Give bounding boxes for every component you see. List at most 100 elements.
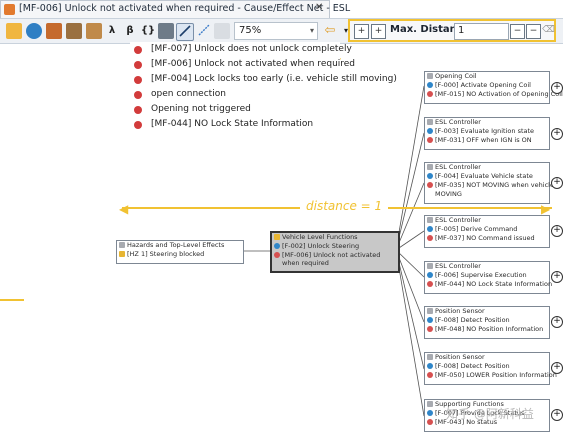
node-row-text: [F-006] Supervise Execution <box>435 271 527 279</box>
node-row: [F-000] Activate Opening Coil <box>425 81 549 90</box>
node-row: [F-002] Unlock Steering <box>272 242 398 251</box>
function-icon <box>427 317 433 323</box>
node-header-text: Opening Coil <box>435 72 477 80</box>
node-row: [F-006] Supervise Execution <box>425 271 549 280</box>
node-row-text: [F-003] Evaluate Ignition state <box>435 127 535 135</box>
node-row-text: [HZ 1] Steering blocked <box>127 250 205 258</box>
expand-node-button[interactable]: + <box>551 409 563 421</box>
node-row: [F-003] Evaluate Ignition state <box>425 127 549 136</box>
failure-icon <box>427 419 433 425</box>
failure-icon <box>274 252 280 258</box>
failure-icon <box>427 281 433 287</box>
node-row-text: [MF-050] LOWER Position Information <box>435 371 557 379</box>
node-row: [MF-035] NOT MOVING when vehicle is <box>425 181 561 190</box>
node-opening-coil[interactable]: Opening Coil [F-000] Activate Opening Co… <box>424 71 563 104</box>
function-icon <box>427 272 433 278</box>
expand-node-button[interactable]: + <box>551 271 563 283</box>
arrow-right-icon: ▶ <box>541 202 551 216</box>
component-icon <box>427 308 433 314</box>
failure-icon <box>427 326 433 332</box>
node-row: [F-008] Detect Position <box>425 362 549 371</box>
node-row-text: [MF-006] Unlock not activated when requi… <box>282 251 381 267</box>
failure-icon <box>427 372 433 378</box>
failure-icon <box>427 235 433 241</box>
component-icon <box>427 119 433 125</box>
function-icon <box>427 410 433 416</box>
node-row: [MF-037] NO Command issued <box>425 234 549 243</box>
node-esl-controller[interactable]: ESL Controller [F-006] Supervise Executi… <box>424 261 553 294</box>
component-icon <box>427 401 433 407</box>
node-esl-controller[interactable]: ESL Controller [F-004] Evaluate Vehicle … <box>424 162 561 204</box>
failure-icon <box>427 137 433 143</box>
node-row-text: [F-008] Detect Position <box>435 362 510 370</box>
node-row-text: [F-000] Activate Opening Coil <box>435 81 531 89</box>
node-esl-controller[interactable]: ESL Controller [F-003] Evaluate Ignition… <box>424 117 550 150</box>
node-header-text: Position Sensor <box>435 353 485 361</box>
node-row-text: [MF-044] NO Lock State Information <box>435 280 553 288</box>
node-row: MOVING <box>425 190 549 199</box>
node-row-text: [MF-035] NOT MOVING when vehicle is <box>435 181 562 189</box>
node-row: [HZ 1] Steering blocked <box>117 250 243 259</box>
arrow-left-icon: ◀ <box>119 202 129 216</box>
hazard-icon <box>119 251 125 257</box>
node-header: Position Sensor <box>425 307 549 316</box>
function-icon <box>427 128 433 134</box>
node-header-text: Hazards and Top-Level Effects <box>127 241 225 249</box>
expand-node-button[interactable]: + <box>551 225 563 237</box>
node-header: Position Sensor <box>425 353 549 362</box>
node-header-text: ESL Controller <box>435 216 481 224</box>
selected-node[interactable]: Vehicle Level Functions [F-002] Unlock S… <box>270 231 400 273</box>
node-header: Hazards and Top-Level Effects <box>117 241 243 250</box>
failure-icon <box>427 91 433 97</box>
node-esl-controller[interactable]: ESL Controller [F-005] Derive Command [M… <box>424 215 550 248</box>
component-icon <box>427 263 433 269</box>
node-row-text: MOVING <box>435 190 462 198</box>
hazard-node[interactable]: Hazards and Top-Level Effects [HZ 1] Ste… <box>116 240 244 264</box>
node-row: [MF-015] NO Activation of Opening Coil <box>425 90 563 99</box>
node-row: [F-004] Evaluate Vehicle state <box>425 172 549 181</box>
node-row-text: [MF-048] NO Position Information <box>435 325 544 333</box>
node-row: [MF-048] NO Position Information <box>425 325 549 334</box>
expand-node-button[interactable]: + <box>551 316 563 328</box>
expand-node-button[interactable]: + <box>551 362 563 374</box>
function-icon <box>274 234 280 240</box>
node-header-text: ESL Controller <box>435 118 481 126</box>
node-row: [F-005] Derive Command <box>425 225 549 234</box>
node-position-sensor[interactable]: Position Sensor [F-008] Detect Position … <box>424 352 557 385</box>
node-header: ESL Controller <box>425 118 549 127</box>
highlight-bar <box>0 299 24 301</box>
component-icon <box>427 73 433 79</box>
function-icon <box>427 363 433 369</box>
node-header: ESL Controller <box>425 163 549 172</box>
node-header: Opening Coil <box>425 72 549 81</box>
node-row: [MF-006] Unlock not activated when requi… <box>272 251 398 267</box>
node-row-text: [MF-015] NO Activation of Opening Coil <box>435 90 563 98</box>
distance-label: distance = 1 <box>300 199 389 213</box>
failure-icon <box>427 182 433 188</box>
expand-node-button[interactable]: + <box>551 177 563 189</box>
node-row: [MF-050] LOWER Position Information <box>425 371 557 380</box>
function-icon <box>274 243 280 249</box>
node-header: Vehicle Level Functions <box>272 233 398 242</box>
node-row-text: [MF-037] NO Command issued <box>435 234 535 242</box>
function-icon <box>427 82 433 88</box>
component-icon <box>427 354 433 360</box>
node-header: ESL Controller <box>425 216 549 225</box>
expand-node-button[interactable]: + <box>551 82 563 94</box>
node-row-text: [F-002] Unlock Steering <box>282 242 360 250</box>
function-icon <box>427 226 433 232</box>
component-icon <box>427 164 433 170</box>
node-position-sensor[interactable]: Position Sensor [F-008] Detect Position … <box>424 306 550 339</box>
node-header-text: Vehicle Level Functions <box>282 233 358 241</box>
node-row: [MF-044] NO Lock State Information <box>425 280 553 289</box>
node-row-text: [MF-031] OFF when IGN is ON <box>435 136 532 144</box>
node-header-text: Position Sensor <box>435 307 485 315</box>
folder-icon <box>119 242 125 248</box>
node-row: [MF-031] OFF when IGN is ON <box>425 136 549 145</box>
node-row: [F-008] Detect Position <box>425 316 549 325</box>
expand-node-button[interactable]: + <box>551 128 563 140</box>
node-header: ESL Controller <box>425 262 549 271</box>
node-row-text: [F-005] Derive Command <box>435 225 518 233</box>
function-icon <box>427 173 433 179</box>
node-header-text: ESL Controller <box>435 262 481 270</box>
